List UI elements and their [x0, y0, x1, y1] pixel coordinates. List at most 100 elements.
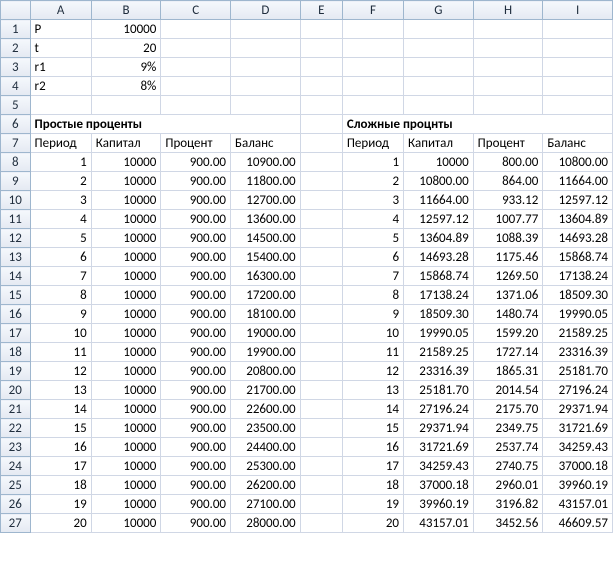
- cell-E[interactable]: [300, 96, 342, 115]
- row-header[interactable]: 6: [1, 115, 31, 134]
- row-header[interactable]: 24: [1, 457, 31, 476]
- spreadsheet-grid[interactable]: A B C D E F G H I 1P100002t203r19%4r28%5…: [0, 0, 613, 533]
- compound-period[interactable]: 3: [342, 191, 403, 210]
- simple-capital[interactable]: 10000: [91, 153, 161, 172]
- cell-D[interactable]: [231, 77, 301, 96]
- cell-E[interactable]: [300, 248, 342, 267]
- compound-balance[interactable]: 18509.30: [543, 286, 613, 305]
- compound-balance[interactable]: 19990.05: [543, 305, 613, 324]
- compound-interest[interactable]: 2175.70: [473, 400, 543, 419]
- label-period-simple[interactable]: Период: [30, 134, 91, 153]
- compound-balance[interactable]: 15868.74: [543, 248, 613, 267]
- simple-interest[interactable]: 900.00: [161, 495, 231, 514]
- compound-balance[interactable]: 13604.89: [543, 210, 613, 229]
- compound-capital[interactable]: 14693.28: [404, 248, 474, 267]
- simple-interest[interactable]: 900.00: [161, 153, 231, 172]
- row-header[interactable]: 21: [1, 400, 31, 419]
- compound-period[interactable]: 10: [342, 324, 403, 343]
- compound-interest[interactable]: 864.00: [473, 172, 543, 191]
- row-header[interactable]: 10: [1, 191, 31, 210]
- compound-period[interactable]: 11: [342, 343, 403, 362]
- cell-A[interactable]: [30, 96, 91, 115]
- simple-capital[interactable]: 10000: [91, 229, 161, 248]
- simple-period[interactable]: 20: [30, 514, 91, 533]
- cell-D[interactable]: [231, 58, 301, 77]
- cell-E[interactable]: [300, 514, 342, 533]
- row-header[interactable]: 16: [1, 305, 31, 324]
- simple-balance[interactable]: 18100.00: [231, 305, 301, 324]
- compound-capital[interactable]: 10800.00: [404, 172, 474, 191]
- compound-capital[interactable]: 12597.12: [404, 210, 474, 229]
- cell-G[interactable]: [404, 39, 474, 58]
- cell-H[interactable]: [473, 20, 543, 39]
- simple-period[interactable]: 10: [30, 324, 91, 343]
- select-all-corner[interactable]: [1, 1, 31, 20]
- simple-period[interactable]: 14: [30, 400, 91, 419]
- compound-interest[interactable]: 1175.46: [473, 248, 543, 267]
- simple-period[interactable]: 19: [30, 495, 91, 514]
- simple-balance[interactable]: 24400.00: [231, 438, 301, 457]
- compound-period[interactable]: 2: [342, 172, 403, 191]
- simple-interest[interactable]: 900.00: [161, 248, 231, 267]
- cell-E[interactable]: [300, 381, 342, 400]
- compound-balance[interactable]: 23316.39: [543, 343, 613, 362]
- compound-interest[interactable]: 1088.39: [473, 229, 543, 248]
- compound-balance[interactable]: 12597.12: [543, 191, 613, 210]
- cell-G[interactable]: [404, 20, 474, 39]
- compound-period[interactable]: 5: [342, 229, 403, 248]
- row-header[interactable]: 15: [1, 286, 31, 305]
- compound-interest[interactable]: 1727.14: [473, 343, 543, 362]
- compound-balance[interactable]: 10800.00: [543, 153, 613, 172]
- simple-interest[interactable]: 900.00: [161, 457, 231, 476]
- label-interest-simple[interactable]: Процент: [161, 134, 231, 153]
- cell-E[interactable]: [300, 362, 342, 381]
- cell-E[interactable]: [300, 210, 342, 229]
- simple-balance[interactable]: 17200.00: [231, 286, 301, 305]
- compound-interest[interactable]: 1480.74: [473, 305, 543, 324]
- simple-interest[interactable]: 900.00: [161, 343, 231, 362]
- cell-I[interactable]: [543, 77, 613, 96]
- row-header[interactable]: 19: [1, 362, 31, 381]
- simple-interest[interactable]: 900.00: [161, 229, 231, 248]
- compound-interest[interactable]: 3196.82: [473, 495, 543, 514]
- simple-interest[interactable]: 900.00: [161, 305, 231, 324]
- simple-balance[interactable]: 19000.00: [231, 324, 301, 343]
- compound-balance[interactable]: 27196.24: [543, 381, 613, 400]
- row-header[interactable]: 14: [1, 267, 31, 286]
- simple-capital[interactable]: 10000: [91, 495, 161, 514]
- row-header[interactable]: 13: [1, 248, 31, 267]
- compound-period[interactable]: 15: [342, 419, 403, 438]
- cell-D[interactable]: [231, 39, 301, 58]
- cell-G[interactable]: [404, 58, 474, 77]
- simple-period[interactable]: 15: [30, 419, 91, 438]
- compound-interest[interactable]: 1269.50: [473, 267, 543, 286]
- simple-interest[interactable]: 900.00: [161, 514, 231, 533]
- simple-capital[interactable]: 10000: [91, 343, 161, 362]
- compound-balance[interactable]: 11664.00: [543, 172, 613, 191]
- col-header-C[interactable]: C: [161, 1, 231, 20]
- simple-capital[interactable]: 10000: [91, 210, 161, 229]
- cell-E[interactable]: [300, 20, 342, 39]
- simple-capital[interactable]: 10000: [91, 324, 161, 343]
- cell-E[interactable]: [300, 58, 342, 77]
- col-header-H[interactable]: H: [473, 1, 543, 20]
- simple-interest[interactable]: 900.00: [161, 476, 231, 495]
- cell-E[interactable]: [300, 324, 342, 343]
- compound-period[interactable]: 6: [342, 248, 403, 267]
- compound-capital[interactable]: 15868.74: [404, 267, 474, 286]
- compound-balance[interactable]: 25181.70: [543, 362, 613, 381]
- simple-capital[interactable]: 10000: [91, 419, 161, 438]
- cell-E[interactable]: [300, 172, 342, 191]
- cell-C[interactable]: [161, 58, 231, 77]
- row-header[interactable]: 1: [1, 20, 31, 39]
- cell-E[interactable]: [300, 115, 342, 134]
- cell-E[interactable]: [300, 39, 342, 58]
- simple-interest[interactable]: 900.00: [161, 381, 231, 400]
- cell-B[interactable]: 9%: [91, 58, 161, 77]
- compound-balance[interactable]: 46609.57: [543, 514, 613, 533]
- cell-E[interactable]: [300, 400, 342, 419]
- simple-period[interactable]: 17: [30, 457, 91, 476]
- simple-interest[interactable]: 900.00: [161, 419, 231, 438]
- simple-capital[interactable]: 10000: [91, 400, 161, 419]
- cell-D[interactable]: [231, 96, 301, 115]
